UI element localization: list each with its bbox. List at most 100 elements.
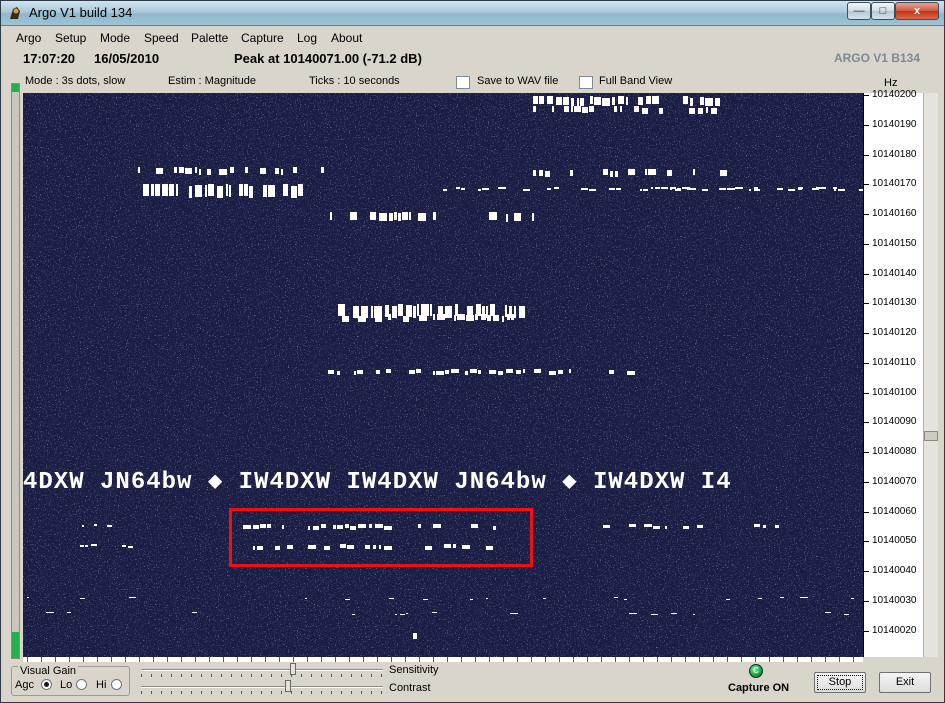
highlight-rectangle xyxy=(229,508,533,567)
signal-trace xyxy=(514,306,516,318)
slider-tick xyxy=(211,674,212,677)
signal-trace xyxy=(433,314,435,320)
signal-trace xyxy=(174,167,177,173)
signal-trace xyxy=(629,524,636,527)
signal-trace xyxy=(539,96,544,104)
hi-radio[interactable] xyxy=(111,679,122,690)
signal-trace xyxy=(510,613,518,614)
waterfall-display[interactable]: 4DXW JN64bw ◆ IW4DXW IW4DXW JN64bw ◆ IW4… xyxy=(23,93,863,657)
signal-trace xyxy=(421,304,429,316)
signal-trace xyxy=(758,598,762,599)
signal-trace xyxy=(547,96,553,104)
signal-trace xyxy=(354,371,356,375)
menu-capture[interactable]: Capture xyxy=(241,31,284,45)
mode-label: Mode : 3s dots, slow xyxy=(25,75,126,87)
signal-trace xyxy=(589,189,596,191)
signal-trace xyxy=(437,314,445,320)
slider-tick xyxy=(261,674,262,677)
signal-trace xyxy=(549,371,556,375)
signal-trace xyxy=(706,107,708,113)
decoded-callsign-trace: 4DXW JN64bw ◆ IW4DXW IW4DXW JN64bw ◆ IW4… xyxy=(23,469,732,496)
signal-trace xyxy=(199,169,201,175)
signal-trace xyxy=(516,370,521,374)
vertical-scrollbar[interactable] xyxy=(923,93,938,657)
signal-trace xyxy=(552,106,554,112)
slider-tick xyxy=(141,691,142,694)
slider-tick xyxy=(151,691,152,694)
maximize-button[interactable]: □ xyxy=(871,2,895,20)
signal-trace xyxy=(417,304,419,316)
scale-label: 10140160 xyxy=(872,208,917,219)
signal-trace xyxy=(643,189,648,191)
scale-tick xyxy=(864,124,869,126)
signal-trace xyxy=(461,188,465,190)
signal-trace xyxy=(580,98,584,106)
signal-trace xyxy=(648,169,656,175)
slider-tick xyxy=(381,674,382,677)
signal-trace xyxy=(582,107,588,113)
signal-trace xyxy=(506,214,508,222)
signal-trace xyxy=(534,369,541,373)
menu-mode[interactable]: Mode xyxy=(100,31,130,45)
peak-readout: Peak at 10140071.00 (-71.2 dB) xyxy=(234,51,422,66)
signal-trace xyxy=(423,599,428,600)
signal-trace xyxy=(533,106,536,112)
contrast-slider[interactable] xyxy=(141,680,383,694)
signal-trace xyxy=(379,213,387,221)
signal-trace xyxy=(433,212,436,220)
scale-label: 10140110 xyxy=(872,356,916,368)
close-button[interactable]: x xyxy=(895,2,939,20)
signal-trace xyxy=(169,184,174,196)
scale-tick xyxy=(864,541,869,543)
slider-tick xyxy=(281,674,282,677)
signal-trace xyxy=(693,614,695,615)
signal-trace xyxy=(570,170,573,176)
sensitivity-slider[interactable] xyxy=(141,663,383,677)
signal-trace xyxy=(683,526,689,529)
signal-trace xyxy=(603,169,608,175)
full-band-label: Full Band View xyxy=(599,75,673,87)
menu-log[interactable]: Log xyxy=(297,31,317,45)
signal-trace xyxy=(498,187,506,189)
menu-speed[interactable]: Speed xyxy=(144,31,179,45)
signal-trace xyxy=(337,371,340,375)
signal-trace xyxy=(511,314,514,320)
signal-trace xyxy=(644,524,652,527)
signal-trace xyxy=(682,187,690,189)
signal-trace xyxy=(482,188,489,190)
menu-setup[interactable]: Setup xyxy=(55,31,86,45)
signal-trace xyxy=(330,212,332,220)
slider-tick xyxy=(321,691,322,694)
slider-tick xyxy=(371,674,372,677)
menu-argo[interactable]: Argo xyxy=(16,31,41,45)
signal-trace xyxy=(727,188,735,190)
signal-trace xyxy=(820,187,826,189)
control-panel: Visual Gain Agc Lo Hi Sensitivity Contra… xyxy=(1,662,944,702)
save-wav-checkbox[interactable] xyxy=(456,76,470,89)
slider-tick xyxy=(361,674,362,677)
slider-tick xyxy=(171,691,172,694)
slider-tick xyxy=(301,674,302,677)
signal-trace xyxy=(628,169,635,175)
menu-about[interactable]: About xyxy=(331,31,362,45)
scale-label: 10140150 xyxy=(872,237,917,249)
menu-palette[interactable]: Palette xyxy=(191,31,228,45)
title-bar[interactable]: Argo V1 build 134 — □ x xyxy=(1,1,944,26)
slider-tick xyxy=(271,674,272,677)
level-meter xyxy=(11,83,20,659)
stop-button[interactable]: Stop xyxy=(814,672,866,693)
signal-trace xyxy=(283,184,288,196)
signal-trace xyxy=(416,369,421,373)
signal-trace xyxy=(432,612,437,613)
full-band-checkbox[interactable] xyxy=(579,76,593,89)
exit-button[interactable]: Exit xyxy=(879,672,931,693)
signal-trace xyxy=(478,189,481,191)
signal-trace xyxy=(594,97,601,105)
agc-radio[interactable] xyxy=(41,679,52,690)
minimize-button[interactable]: — xyxy=(847,2,871,20)
slider-tick xyxy=(221,691,222,694)
signal-trace xyxy=(27,597,29,598)
scrollbar-thumb[interactable] xyxy=(924,431,938,441)
clock-date: 16/05/2010 xyxy=(94,51,160,66)
lo-radio[interactable] xyxy=(76,679,87,690)
